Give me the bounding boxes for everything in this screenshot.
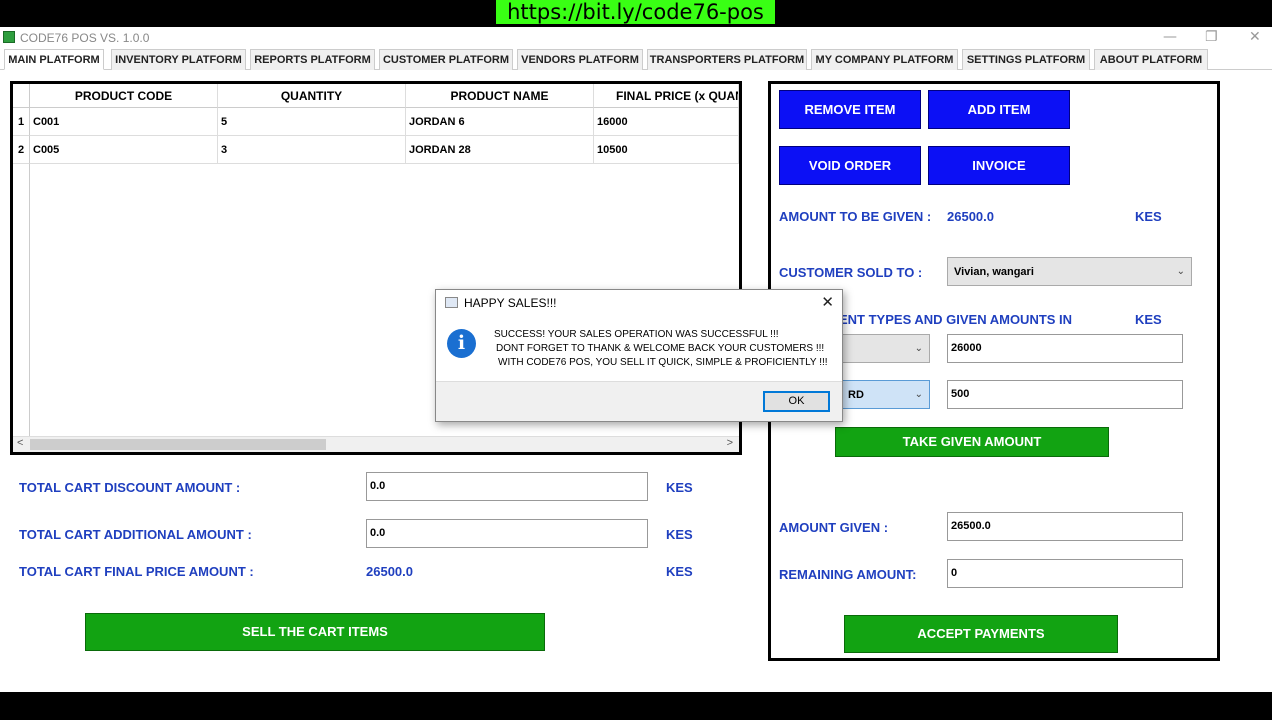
payment-types-label: ENT TYPES AND GIVEN AMOUNTS IN bbox=[839, 312, 1073, 327]
scrollbar-thumb[interactable] bbox=[30, 439, 326, 450]
discount-amount-field[interactable]: 0.0 bbox=[366, 472, 648, 501]
discount-amount-label: TOTAL CART DISCOUNT AMOUNT : bbox=[19, 480, 241, 495]
payment-type-select-1[interactable]: ⌄ bbox=[841, 334, 930, 363]
row-number: 2 bbox=[13, 136, 30, 164]
close-icon[interactable]: ✕ bbox=[821, 293, 834, 311]
close-icon[interactable]: ✕ bbox=[1249, 29, 1261, 45]
tab-about-platform[interactable]: ABOUT PLATFORM bbox=[1094, 49, 1208, 70]
accept-payments-button[interactable]: ACCEPT PAYMENTS bbox=[844, 615, 1118, 653]
tab-main-platform[interactable]: MAIN PLATFORM bbox=[4, 49, 104, 70]
table-cell-product-code[interactable]: C001 bbox=[30, 108, 218, 136]
column-header-quantity[interactable]: QUANTITY bbox=[218, 84, 406, 108]
take-given-amount-button[interactable]: TAKE GIVEN AMOUNT bbox=[835, 427, 1109, 457]
table-cell-quantity[interactable]: 5 bbox=[218, 108, 406, 136]
currency-label: KES bbox=[666, 480, 693, 495]
table-corner bbox=[13, 84, 30, 108]
platform-tabs: MAIN PLATFORM INVENTORY PLATFORM REPORTS… bbox=[0, 49, 1272, 70]
table-cell-product-name[interactable]: JORDAN 28 bbox=[406, 136, 594, 164]
void-order-button[interactable]: VOID ORDER bbox=[779, 146, 921, 185]
row-number: 1 bbox=[13, 108, 30, 136]
amount-to-be-given-label: AMOUNT TO BE GIVEN : bbox=[779, 209, 932, 224]
currency-label: KES bbox=[666, 527, 693, 542]
dialog-message-line: SUCCESS! YOUR SALES OPERATION WAS SUCCES… bbox=[494, 329, 779, 340]
table-cell-quantity[interactable]: 3 bbox=[218, 136, 406, 164]
url-banner: https://bit.ly/code76-pos bbox=[496, 0, 775, 24]
additional-amount-label: TOTAL CART ADDITIONAL AMOUNT : bbox=[19, 527, 252, 542]
app-window: CODE76 POS VS. 1.0.0 — ❐ ✕ MAIN PLATFORM… bbox=[0, 27, 1272, 692]
customer-sold-to-label: CUSTOMER SOLD TO : bbox=[779, 265, 923, 280]
remaining-amount-label: REMAINING AMOUNT: bbox=[779, 567, 917, 582]
dialog-message-line: WITH CODE76 POS, YOU SELL IT QUICK, SIMP… bbox=[498, 357, 828, 368]
tab-reports-platform[interactable]: REPORTS PLATFORM bbox=[250, 49, 375, 70]
tab-my-company-platform[interactable]: MY COMPANY PLATFORM bbox=[811, 49, 958, 70]
remove-item-button[interactable]: REMOVE ITEM bbox=[779, 90, 921, 129]
table-cell-product-code[interactable]: C005 bbox=[30, 136, 218, 164]
row-header-gutter bbox=[13, 164, 30, 438]
minimize-icon[interactable]: — bbox=[1163, 29, 1177, 45]
scroll-left-icon[interactable]: < bbox=[17, 437, 23, 449]
given-amount-field-2[interactable]: 500 bbox=[947, 380, 1183, 409]
scroll-right-icon[interactable]: > bbox=[727, 437, 733, 449]
remaining-amount-field[interactable]: 0 bbox=[947, 559, 1183, 588]
amount-given-field[interactable]: 26500.0 bbox=[947, 512, 1183, 541]
tab-vendors-platform[interactable]: VENDORS PLATFORM bbox=[517, 49, 643, 70]
payment-type-select-2-value: RD bbox=[848, 389, 864, 401]
payment-type-select-2[interactable]: RD ⌄ bbox=[841, 380, 930, 409]
final-price-amount-label: TOTAL CART FINAL PRICE AMOUNT : bbox=[19, 564, 254, 579]
tab-inventory-platform[interactable]: INVENTORY PLATFORM bbox=[111, 49, 246, 70]
column-header-product-name[interactable]: PRODUCT NAME bbox=[406, 84, 594, 108]
table-cell-final-price[interactable]: 10500 bbox=[594, 136, 739, 164]
sell-cart-items-button[interactable]: SELL THE CART ITEMS bbox=[85, 613, 545, 651]
horizontal-scrollbar[interactable]: < > bbox=[13, 436, 739, 452]
tab-transporters-platform[interactable]: TRANSPORTERS PLATFORM bbox=[647, 49, 807, 70]
chevron-down-icon: ⌄ bbox=[1176, 266, 1185, 277]
currency-label: KES bbox=[1135, 209, 1162, 224]
currency-label: KES bbox=[1135, 312, 1162, 327]
dialog-app-icon bbox=[445, 297, 458, 308]
column-header-final-price[interactable]: FINAL PRICE (x QUANTI bbox=[594, 84, 739, 108]
final-price-amount-value: 26500.0 bbox=[366, 564, 413, 579]
amount-to-be-given-value: 26500.0 bbox=[947, 209, 994, 224]
dialog-footer: OK bbox=[436, 381, 842, 421]
tab-settings-platform[interactable]: SETTINGS PLATFORM bbox=[962, 49, 1090, 70]
customer-select-value: Vivian, wangari bbox=[954, 266, 1034, 278]
ok-button[interactable]: OK bbox=[763, 391, 830, 412]
dialog-title: HAPPY SALES!!! bbox=[464, 296, 557, 310]
chevron-down-icon: ⌄ bbox=[914, 389, 923, 400]
happy-sales-dialog: HAPPY SALES!!! ✕ i SUCCESS! YOUR SALES O… bbox=[435, 289, 843, 422]
currency-label: KES bbox=[666, 564, 693, 579]
additional-amount-field[interactable]: 0.0 bbox=[366, 519, 648, 548]
title-bar: CODE76 POS VS. 1.0.0 — ❐ ✕ bbox=[0, 27, 1272, 49]
window-title: CODE76 POS VS. 1.0.0 bbox=[20, 31, 150, 45]
amount-given-label: AMOUNT GIVEN : bbox=[779, 520, 889, 535]
add-item-button[interactable]: ADD ITEM bbox=[928, 90, 1070, 129]
dialog-message-line: DONT FORGET TO THANK & WELCOME BACK YOUR… bbox=[496, 343, 825, 354]
customer-select[interactable]: Vivian, wangari ⌄ bbox=[947, 257, 1192, 286]
tab-customer-platform[interactable]: CUSTOMER PLATFORM bbox=[379, 49, 513, 70]
table-cell-product-name[interactable]: JORDAN 6 bbox=[406, 108, 594, 136]
restore-icon[interactable]: ❐ bbox=[1205, 29, 1218, 45]
info-icon: i bbox=[447, 329, 476, 358]
chevron-down-icon: ⌄ bbox=[914, 343, 923, 354]
given-amount-field-1[interactable]: 26000 bbox=[947, 334, 1183, 363]
app-icon bbox=[3, 31, 15, 43]
table-cell-final-price[interactable]: 16000 bbox=[594, 108, 739, 136]
column-header-product-code[interactable]: PRODUCT CODE bbox=[30, 84, 218, 108]
invoice-button[interactable]: INVOICE bbox=[928, 146, 1070, 185]
